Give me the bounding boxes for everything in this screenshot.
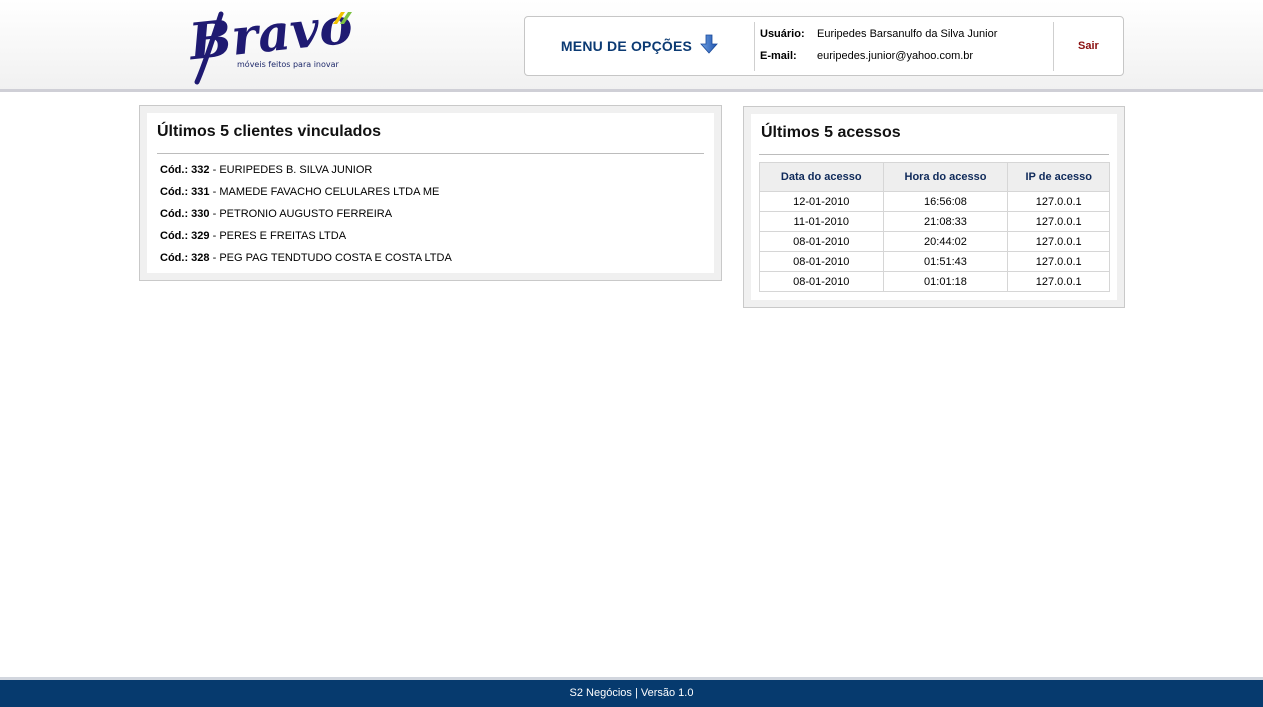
access-time: 21:08:33 xyxy=(883,212,1009,232)
client-code-label: Cód.: xyxy=(160,164,189,176)
list-item[interactable]: Cód.: 332 - EURIPEDES B. SILVA JUNIOR xyxy=(157,162,704,184)
options-menu-label: MENU DE OPÇÕES xyxy=(560,38,693,54)
access-date: 11-01-2010 xyxy=(759,212,884,232)
recent-clients-list: Cód.: 332 - EURIPEDES B. SILVA JUNIOR Có… xyxy=(157,162,704,272)
recent-access-panel: Últimos 5 acessos Data do acesso Hora do… xyxy=(743,106,1125,308)
client-code-label: Cód.: xyxy=(160,230,189,242)
list-item[interactable]: Cód.: 328 - PEG PAG TENDTUDO COSTA E COS… xyxy=(157,250,704,272)
logout-link[interactable]: Sair xyxy=(1078,40,1099,52)
client-code: 330 xyxy=(191,208,210,220)
access-date: 08-01-2010 xyxy=(759,232,884,252)
options-menu-button[interactable]: MENU DE OPÇÕES xyxy=(525,17,754,75)
email-row: E-mail: euripedes.junior@yahoo.com.br xyxy=(760,45,1050,67)
user-row: Usuário: Euripedes Barsanulfo da Silva J… xyxy=(760,23,1050,45)
client-name: PETRONIO AUGUSTO FERREIRA xyxy=(219,208,393,220)
user-value: Euripedes Barsanulfo da Silva Junior xyxy=(817,28,998,40)
access-time: 01:51:43 xyxy=(883,252,1009,272)
access-ip: 127.0.0.1 xyxy=(1008,192,1110,212)
user-box: MENU DE OPÇÕES Usuário: Euripedes Barsan… xyxy=(524,16,1124,76)
access-date: 12-01-2010 xyxy=(759,192,884,212)
email-value: euripedes.junior@yahoo.com.br xyxy=(817,50,974,62)
access-ip: 127.0.0.1 xyxy=(1008,252,1110,272)
table-row: 11-01-2010 21:08:33 127.0.0.1 xyxy=(759,212,1110,232)
footer: S2 Negócios | Versão 1.0 xyxy=(0,677,1263,707)
separator xyxy=(1053,22,1054,71)
list-item[interactable]: Cód.: 330 - PETRONIO AUGUSTO FERREIRA xyxy=(157,206,704,228)
bravo-logo[interactable]: Bravo móveis feitos para inovar xyxy=(183,4,358,88)
access-table: Data do acesso Hora do acesso IP de aces… xyxy=(759,162,1110,292)
email-label: E-mail: xyxy=(760,50,797,62)
table-row: 08-01-2010 20:44:02 127.0.0.1 xyxy=(759,232,1110,252)
user-label: Usuário: xyxy=(760,28,805,40)
access-time: 16:56:08 xyxy=(883,192,1009,212)
recent-access-title: Últimos 5 acessos xyxy=(759,124,1109,155)
client-code: 328 xyxy=(191,252,210,264)
client-code: 331 xyxy=(191,186,210,198)
client-name: PEG PAG TENDTUDO COSTA E COSTA LTDA xyxy=(219,252,452,264)
table-row: 12-01-2010 16:56:08 127.0.0.1 xyxy=(759,192,1110,212)
logo-tagline: móveis feitos para inovar xyxy=(237,60,339,69)
client-code-label: Cód.: xyxy=(160,186,189,198)
client-code: 329 xyxy=(191,230,210,242)
header: Bravo móveis feitos para inovar MENU DE … xyxy=(0,0,1263,92)
access-ip: 127.0.0.1 xyxy=(1008,272,1110,292)
list-item[interactable]: Cód.: 331 - MAMEDE FAVACHO CELULARES LTD… xyxy=(157,184,704,206)
access-ip: 127.0.0.1 xyxy=(1008,212,1110,232)
arrow-down-icon xyxy=(700,34,718,59)
table-row: 08-01-2010 01:01:18 127.0.0.1 xyxy=(759,272,1110,292)
client-code-label: Cód.: xyxy=(160,252,189,264)
user-info: Usuário: Euripedes Barsanulfo da Silva J… xyxy=(760,23,1050,67)
client-name: MAMEDE FAVACHO CELULARES LTDA ME xyxy=(219,186,440,198)
table-header-row: Data do acesso Hora do acesso IP de aces… xyxy=(759,162,1110,192)
client-code: 332 xyxy=(191,164,210,176)
access-date: 08-01-2010 xyxy=(759,252,884,272)
footer-text: S2 Negócios | Versão 1.0 xyxy=(569,687,694,699)
table-row: 08-01-2010 01:51:43 127.0.0.1 xyxy=(759,252,1110,272)
recent-clients-panel: Últimos 5 clientes vinculados Cód.: 332 … xyxy=(139,105,722,281)
separator xyxy=(754,22,755,71)
bravo-logo-mark: Bravo xyxy=(184,4,355,85)
column-header-ip: IP de acesso xyxy=(1008,162,1110,192)
access-time: 20:44:02 xyxy=(883,232,1009,252)
access-time: 01:01:18 xyxy=(883,272,1009,292)
recent-clients-title: Últimos 5 clientes vinculados xyxy=(157,123,704,154)
client-code-label: Cód.: xyxy=(160,208,189,220)
client-name: EURIPEDES B. SILVA JUNIOR xyxy=(219,164,373,176)
column-header-date: Data do acesso xyxy=(759,162,884,192)
access-ip: 127.0.0.1 xyxy=(1008,232,1110,252)
column-header-time: Hora do acesso xyxy=(883,162,1009,192)
client-name: PERES E FREITAS LTDA xyxy=(219,230,347,242)
access-date: 08-01-2010 xyxy=(759,272,884,292)
list-item[interactable]: Cód.: 329 - PERES E FREITAS LTDA xyxy=(157,228,704,250)
